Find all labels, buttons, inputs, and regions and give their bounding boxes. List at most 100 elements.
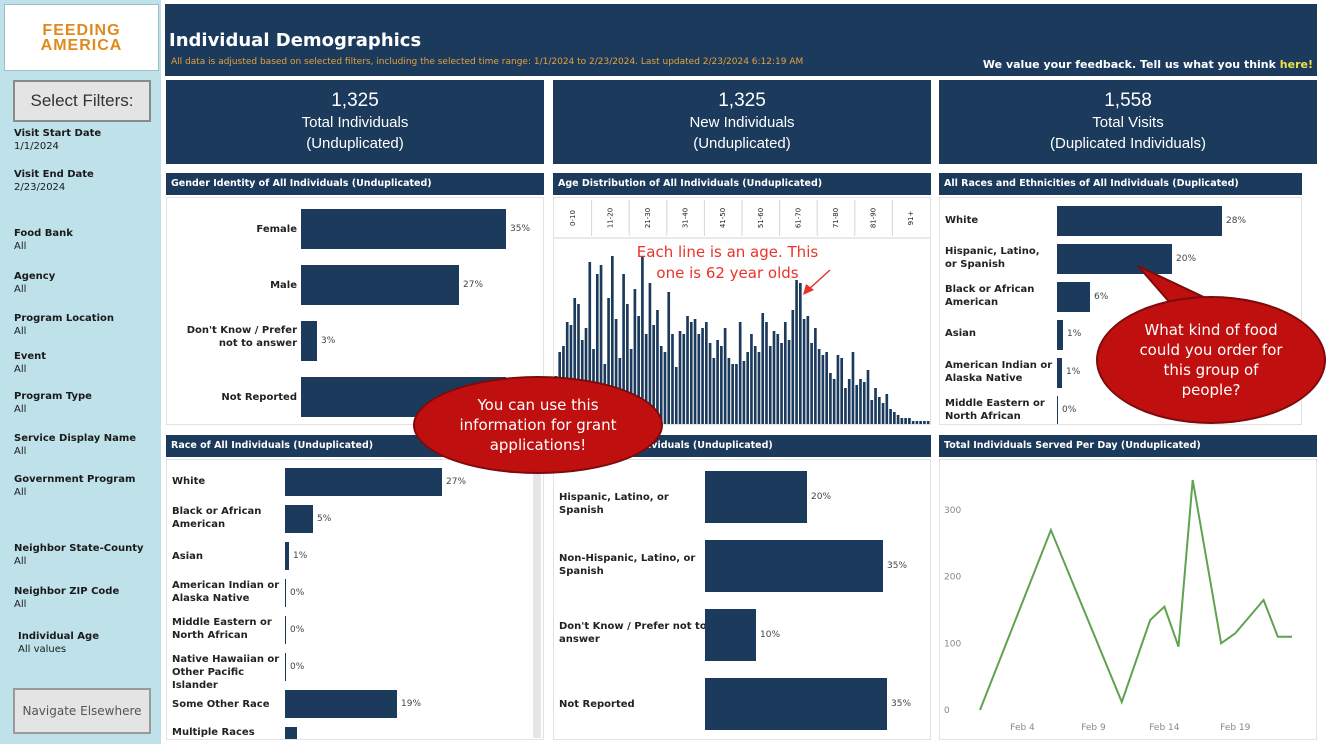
age-bar[interactable]: [705, 322, 708, 424]
race-scrollbar[interactable]: [533, 462, 541, 738]
age-bar[interactable]: [855, 385, 859, 424]
age-bar[interactable]: [926, 421, 930, 424]
age-bar[interactable]: [915, 421, 919, 424]
filter-food-bank[interactable]: Food Bank All: [14, 227, 154, 253]
age-bar[interactable]: [795, 280, 798, 424]
all-races-bar[interactable]: [1057, 206, 1222, 236]
gender-bar[interactable]: [301, 265, 459, 305]
race-bar[interactable]: [285, 653, 286, 681]
age-bar[interactable]: [889, 409, 892, 424]
filter-agency[interactable]: Agency All: [14, 270, 154, 296]
feeding-america-logo[interactable]: FEEDING AMERICA: [4, 4, 159, 71]
all-races-bar[interactable]: [1057, 244, 1172, 274]
age-bar[interactable]: [667, 292, 671, 424]
navigate-elsewhere-button[interactable]: Navigate Elsewhere: [13, 688, 151, 734]
age-bar[interactable]: [727, 358, 731, 424]
age-bar[interactable]: [791, 310, 795, 424]
age-bar[interactable]: [776, 334, 780, 424]
age-bar[interactable]: [806, 316, 810, 424]
filter-visit-end-date[interactable]: Visit End Date 2/23/2024: [14, 168, 154, 194]
filter-program-type[interactable]: Program Type All: [14, 390, 154, 416]
age-bar[interactable]: [814, 328, 817, 424]
filter-neighbor-state-county[interactable]: Neighbor State-County All: [14, 542, 154, 568]
age-bar[interactable]: [731, 364, 734, 424]
ethnicity-bar[interactable]: [705, 540, 883, 592]
all-races-bar[interactable]: [1057, 320, 1063, 350]
age-bar[interactable]: [817, 349, 821, 424]
age-bar[interactable]: [840, 358, 844, 424]
age-bar[interactable]: [656, 310, 659, 424]
age-bar[interactable]: [893, 412, 896, 424]
filter-event[interactable]: Event All: [14, 350, 154, 376]
age-bar[interactable]: [847, 379, 851, 424]
age-bar[interactable]: [671, 334, 674, 424]
age-bar[interactable]: [923, 421, 926, 424]
filter-neighbor-zip-code[interactable]: Neighbor ZIP Code All: [14, 585, 154, 611]
age-bar[interactable]: [832, 379, 836, 424]
age-bar[interactable]: [738, 322, 742, 424]
age-bar[interactable]: [742, 361, 746, 424]
feedback-link[interactable]: here!: [1280, 58, 1313, 71]
age-bar[interactable]: [904, 418, 907, 424]
age-bar[interactable]: [908, 418, 911, 424]
age-bar[interactable]: [693, 319, 697, 424]
ethnicity-bar[interactable]: [705, 471, 807, 523]
age-bar[interactable]: [896, 415, 900, 424]
individuals-per-day-line[interactable]: [979, 479, 1292, 711]
age-bar[interactable]: [885, 394, 889, 424]
filter-service-display-name[interactable]: Service Display Name All: [14, 432, 154, 458]
age-bar[interactable]: [783, 322, 787, 424]
age-bar[interactable]: [836, 355, 840, 424]
all-races-bar[interactable]: [1057, 396, 1058, 424]
age-bar[interactable]: [825, 352, 828, 424]
age-bar[interactable]: [663, 352, 667, 424]
age-bar[interactable]: [874, 388, 877, 424]
age-bar[interactable]: [911, 421, 915, 424]
age-bar[interactable]: [851, 352, 855, 424]
age-bar[interactable]: [772, 331, 776, 424]
age-bar[interactable]: [787, 340, 791, 424]
age-bar[interactable]: [735, 364, 738, 424]
race-bar[interactable]: [285, 468, 442, 496]
age-bar[interactable]: [821, 355, 825, 424]
age-bar[interactable]: [765, 322, 768, 424]
age-bar[interactable]: [859, 379, 862, 424]
age-bar[interactable]: [810, 343, 813, 424]
race-bar[interactable]: [285, 727, 297, 739]
age-bar[interactable]: [877, 397, 881, 424]
gender-bar[interactable]: [301, 321, 317, 361]
age-bar[interactable]: [768, 346, 772, 424]
age-bar[interactable]: [689, 322, 693, 424]
age-bar[interactable]: [866, 370, 870, 424]
all-races-bar[interactable]: [1057, 282, 1090, 312]
age-bar[interactable]: [919, 421, 922, 424]
age-bar[interactable]: [761, 313, 765, 424]
age-bar[interactable]: [678, 331, 682, 424]
age-bar[interactable]: [659, 346, 663, 424]
filter-visit-start-date[interactable]: Visit Start Date 1/1/2024: [14, 127, 154, 153]
age-bar[interactable]: [881, 403, 885, 424]
age-bar[interactable]: [757, 352, 761, 424]
race-bar[interactable]: [285, 616, 286, 644]
age-bar[interactable]: [829, 373, 832, 424]
age-bar[interactable]: [900, 418, 904, 424]
filter-program-location[interactable]: Program Location All: [14, 312, 154, 338]
age-bar[interactable]: [674, 367, 678, 424]
age-bar[interactable]: [708, 343, 712, 424]
select-filters-button[interactable]: Select Filters:: [13, 80, 151, 122]
age-bar[interactable]: [723, 328, 727, 424]
age-bar[interactable]: [753, 346, 757, 424]
ethnicity-bar[interactable]: [705, 609, 756, 661]
race-bar[interactable]: [285, 579, 286, 607]
filter-government-program[interactable]: Government Program All: [14, 473, 154, 499]
age-bar[interactable]: [750, 334, 753, 424]
age-bar[interactable]: [746, 352, 750, 424]
ethnicity-bar[interactable]: [705, 678, 887, 730]
race-bar[interactable]: [285, 542, 289, 570]
all-races-bar[interactable]: [1057, 358, 1062, 388]
age-bar[interactable]: [712, 358, 716, 424]
race-bar[interactable]: [285, 690, 397, 718]
age-bar[interactable]: [780, 343, 783, 424]
age-bar[interactable]: [844, 388, 847, 424]
gender-bar[interactable]: [301, 209, 506, 249]
